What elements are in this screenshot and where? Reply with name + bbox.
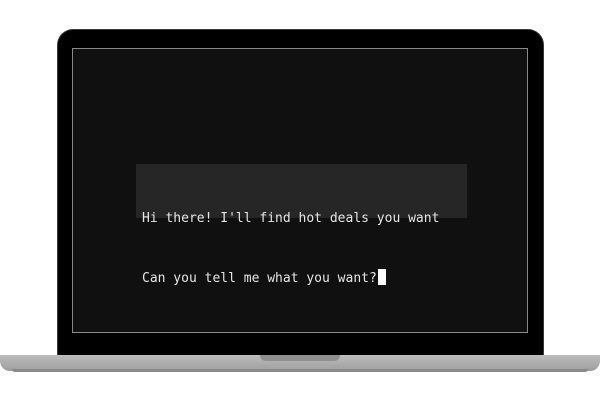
text-cursor (377, 269, 386, 285)
terminal-line-prompt[interactable]: Can you tell me what you want? (142, 269, 467, 289)
laptop-frame: Hi there! I'll find hot deals you want C… (0, 0, 600, 400)
laptop-opening-notch (260, 355, 340, 361)
laptop-base-edge (12, 369, 588, 372)
terminal-prompt-text: Can you tell me what you want? (142, 271, 377, 286)
chat-terminal[interactable]: Hi there! I'll find hot deals you want C… (136, 164, 467, 286)
terminal-line-greeting: Hi there! I'll find hot deals you want (142, 211, 440, 226)
